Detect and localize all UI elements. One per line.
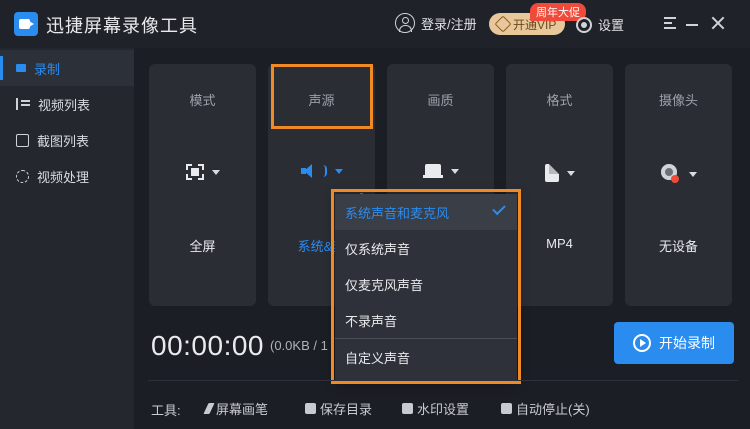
app-logo-icon <box>14 12 38 36</box>
play-icon <box>633 334 651 352</box>
screenshot-icon <box>16 133 29 147</box>
sidebar-item-label: 视频列表 <box>38 97 91 113</box>
user-icon <box>395 13 415 33</box>
highlight-box-dropdown <box>331 189 521 384</box>
diamond-icon <box>494 15 512 33</box>
sidebar-item-record[interactable]: 录制 <box>0 50 134 86</box>
settings-button[interactable]: 设置 <box>576 15 624 34</box>
start-recording-button[interactable]: 开始录制 <box>614 322 734 364</box>
tool-label: 水印设置 <box>417 402 470 417</box>
tool-auto-stop[interactable]: 自动停止(关) <box>501 399 590 418</box>
chevron-down-icon <box>211 169 220 175</box>
tool-save-folder[interactable]: 保存目录 <box>305 399 372 418</box>
camera-icon <box>660 164 681 184</box>
record-icon <box>16 64 26 72</box>
card-label: 摄像头 <box>658 93 698 108</box>
card-value: 全屏 <box>189 239 216 254</box>
card-label: 模式 <box>189 93 216 108</box>
card-value: 无设备 <box>658 239 698 254</box>
card-camera[interactable]: 摄像头 无设备 <box>625 64 732 306</box>
sidebar-item-label: 视频处理 <box>37 169 90 185</box>
title-bar: 迅捷屏幕录像工具 登录/注册 开通VIP 周年大促 设置 <box>0 0 750 48</box>
sidebar-item-label: 录制 <box>34 61 61 77</box>
sound-waves-icon <box>323 165 327 177</box>
card-label: 格式 <box>546 93 573 108</box>
card-mode[interactable]: 模式 全屏 <box>149 64 256 306</box>
fullscreen-icon <box>185 164 204 180</box>
tool-label: 保存目录 <box>320 402 373 417</box>
file-size: (0.0KB / 1 <box>270 338 328 353</box>
tools-label: 工具: <box>151 403 181 418</box>
tool-watermark[interactable]: 水印设置 <box>402 399 469 418</box>
sidebar-item-video-list[interactable]: 视频列表 <box>0 86 134 122</box>
pen-icon <box>203 403 215 414</box>
card-format[interactable]: 格式 MP4 <box>506 64 613 306</box>
auto-stop-icon <box>501 403 512 414</box>
chevron-down-icon <box>688 171 697 177</box>
settings-label: 设置 <box>598 18 625 33</box>
chevron-down-icon <box>334 168 343 174</box>
sidebar-item-screenshot-list[interactable]: 截图列表 <box>0 122 134 158</box>
close-icon[interactable] <box>711 16 725 30</box>
chevron-down-icon <box>450 168 459 174</box>
tool-screen-pen[interactable]: 屏幕画笔 <box>203 399 269 418</box>
card-value: MP4 <box>546 236 573 251</box>
login-label: 登录/注册 <box>421 16 477 32</box>
folder-icon <box>305 403 316 414</box>
mode-selector[interactable] <box>185 164 220 180</box>
menu-icon[interactable] <box>664 17 676 29</box>
app-title: 迅捷屏幕录像工具 <box>46 16 198 36</box>
video-process-icon <box>16 169 29 183</box>
start-label: 开始录制 <box>659 335 715 351</box>
card-label: 画质 <box>427 93 454 108</box>
sidebar-item-video-process[interactable]: 视频处理 <box>0 158 134 194</box>
watermark-icon <box>402 403 413 414</box>
record-timer: 00:00:00 <box>151 330 264 361</box>
sidebar: 录制 视频列表 截图列表 视频处理 <box>0 48 134 429</box>
gear-icon <box>576 16 592 33</box>
minimize-icon[interactable] <box>686 24 698 26</box>
login-button[interactable]: 登录/注册 <box>395 13 477 33</box>
toolbar-divider <box>148 380 738 381</box>
format-selector[interactable] <box>544 164 575 182</box>
highlight-box-sound-label <box>271 64 373 129</box>
tool-label: 自动停止(关) <box>516 402 590 417</box>
list-icon <box>16 98 30 110</box>
sidebar-item-label: 截图列表 <box>37 133 90 149</box>
tool-label: 屏幕画笔 <box>216 402 269 417</box>
camera-selector[interactable] <box>660 164 697 184</box>
laptop-icon <box>422 164 443 178</box>
sound-selector[interactable] <box>300 164 343 178</box>
file-icon <box>544 164 559 182</box>
quality-selector[interactable] <box>422 164 459 178</box>
speaker-icon <box>300 164 315 178</box>
chevron-down-icon <box>566 170 575 176</box>
